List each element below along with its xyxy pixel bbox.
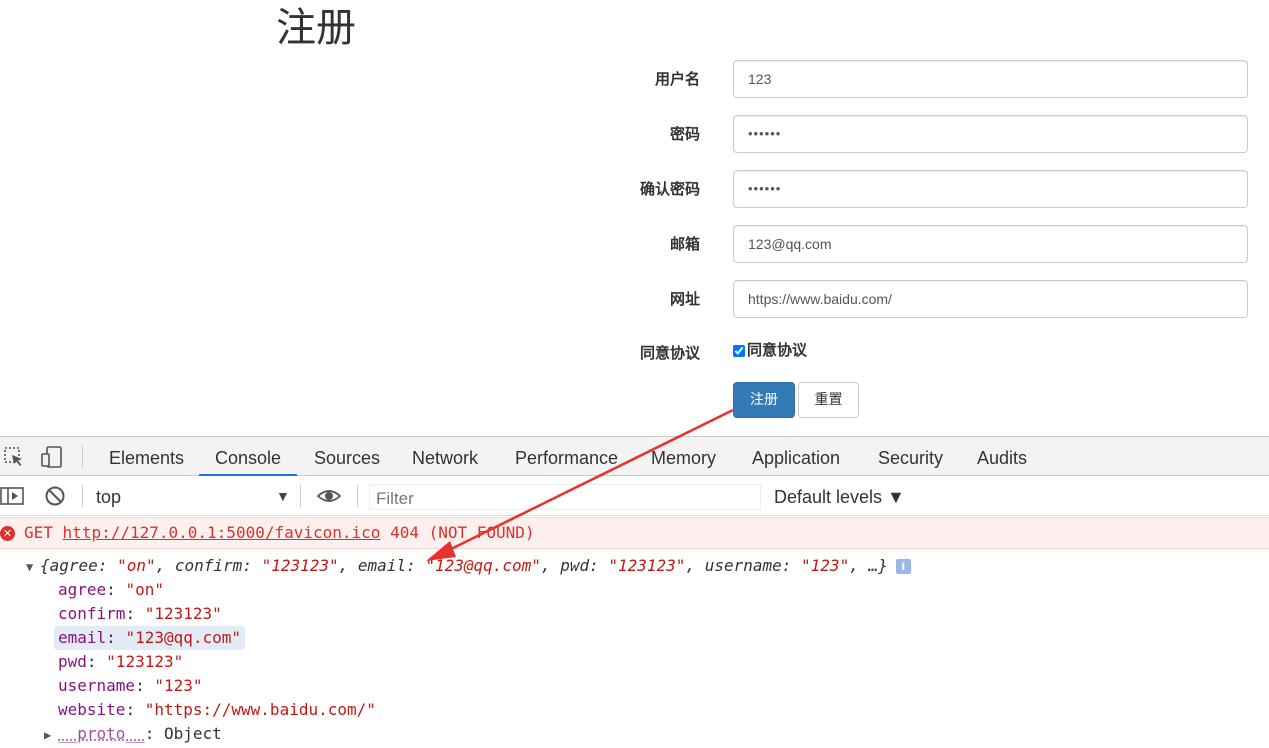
error-url-link[interactable]: http://127.0.0.1:5000/favicon.ico <box>63 523 381 542</box>
tab-security[interactable]: Security <box>878 437 943 475</box>
devtools-panel: Elements Console Sources Network Perform… <box>0 436 1269 748</box>
proto-row[interactable]: ▶ __proto__: Object <box>44 722 222 747</box>
context-dropdown-icon[interactable]: ▼ <box>276 488 290 504</box>
email-label: 邮箱 <box>669 235 700 253</box>
devtools-tab-bar: Elements Console Sources Network Perform… <box>0 436 1269 476</box>
form-row-confirm-password: 确认密码 •••••• <box>560 170 1250 208</box>
page-title: 注册 <box>276 5 356 51</box>
form-actions: 注册 重置 <box>560 382 1250 420</box>
form-row-username: 用户名 123 <box>560 60 1250 98</box>
username-input[interactable]: 123 <box>733 60 1248 98</box>
error-status: 404 (NOT FOUND) <box>390 523 535 542</box>
object-summary[interactable]: ▼ {agree: "on", confirm: "123123", email:… <box>26 554 911 579</box>
agree-checkbox[interactable] <box>733 344 745 357</box>
confirm-password-label: 确认密码 <box>639 180 700 198</box>
email-input[interactable]: 123@qq.com <box>733 225 1248 263</box>
website-input[interactable]: https://www.baidu.com/ <box>733 280 1248 318</box>
property-row: pwd: "123123" <box>58 652 184 671</box>
username-label: 用户名 <box>654 70 700 88</box>
error-text: GET http://127.0.0.1:5000/favicon.ico 40… <box>24 518 535 548</box>
inspect-element-icon[interactable] <box>2 445 26 469</box>
confirm-password-input[interactable]: •••••• <box>733 170 1248 208</box>
error-icon: ✕ <box>0 526 15 541</box>
context-selector[interactable]: top <box>96 476 121 516</box>
property-row: confirm: "123123" <box>58 604 222 623</box>
property-row: website: "https://www.baidu.com/" <box>58 700 376 719</box>
website-label: 网址 <box>669 290 700 308</box>
submit-button[interactable]: 注册 <box>733 382 795 418</box>
log-levels-dropdown[interactable]: Default levels ▼ <box>774 476 905 518</box>
info-icon[interactable]: i <box>895 559 911 574</box>
console-toolbar: top ▼ Filter Default levels ▼ <box>0 476 1269 516</box>
clear-console-icon[interactable] <box>43 484 67 508</box>
device-toolbar-icon[interactable] <box>40 445 64 469</box>
tab-memory[interactable]: Memory <box>651 437 716 475</box>
toolbar-separator <box>357 485 358 507</box>
tab-performance[interactable]: Performance <box>515 437 618 475</box>
tab-console[interactable]: Console <box>215 437 281 475</box>
collapse-triangle-icon[interactable]: ▶ <box>44 723 58 747</box>
tab-audits[interactable]: Audits <box>977 437 1027 475</box>
toolbar-separator <box>82 485 83 507</box>
expand-triangle-icon[interactable]: ▼ <box>26 555 40 579</box>
console-filter-input[interactable]: Filter <box>369 484 761 510</box>
form-row-website: 网址 https://www.baidu.com/ <box>560 280 1250 318</box>
error-method: GET <box>24 523 53 542</box>
live-expression-eye-icon[interactable] <box>317 484 341 508</box>
tab-elements[interactable]: Elements <box>109 437 184 475</box>
form-row-password: 密码 •••••• <box>560 115 1250 153</box>
tab-network[interactable]: Network <box>412 437 478 475</box>
sidebar-toggle-icon[interactable] <box>0 484 24 508</box>
password-label: 密码 <box>669 125 700 143</box>
toolbar-separator <box>300 485 301 507</box>
property-row: username: "123" <box>58 676 203 695</box>
property-row: agree: "on" <box>58 580 164 599</box>
tab-separator <box>82 446 83 468</box>
console-error-message: ✕ GET http://127.0.0.1:5000/favicon.ico … <box>0 517 1269 549</box>
property-row-highlighted: email: "123@qq.com" <box>54 626 246 650</box>
registration-page: 注册 用户名 123 密码 •••••• 确认密码 •••••• 邮箱 123@… <box>0 0 1269 436</box>
form-row-email: 邮箱 123@qq.com <box>560 225 1250 263</box>
agree-checkbox-wrap[interactable]: 同意协议 <box>733 334 807 366</box>
agree-checkbox-label[interactable]: 同意协议 <box>747 341 807 359</box>
form-row-agree: 同意协议 同意协议 <box>560 334 1250 372</box>
tab-application[interactable]: Application <box>752 437 840 475</box>
filter-placeholder: Filter <box>376 489 414 508</box>
password-input[interactable]: •••••• <box>733 115 1248 153</box>
reset-button[interactable]: 重置 <box>798 382 859 418</box>
tab-sources[interactable]: Sources <box>314 437 380 475</box>
agree-label: 同意协议 <box>639 344 700 362</box>
